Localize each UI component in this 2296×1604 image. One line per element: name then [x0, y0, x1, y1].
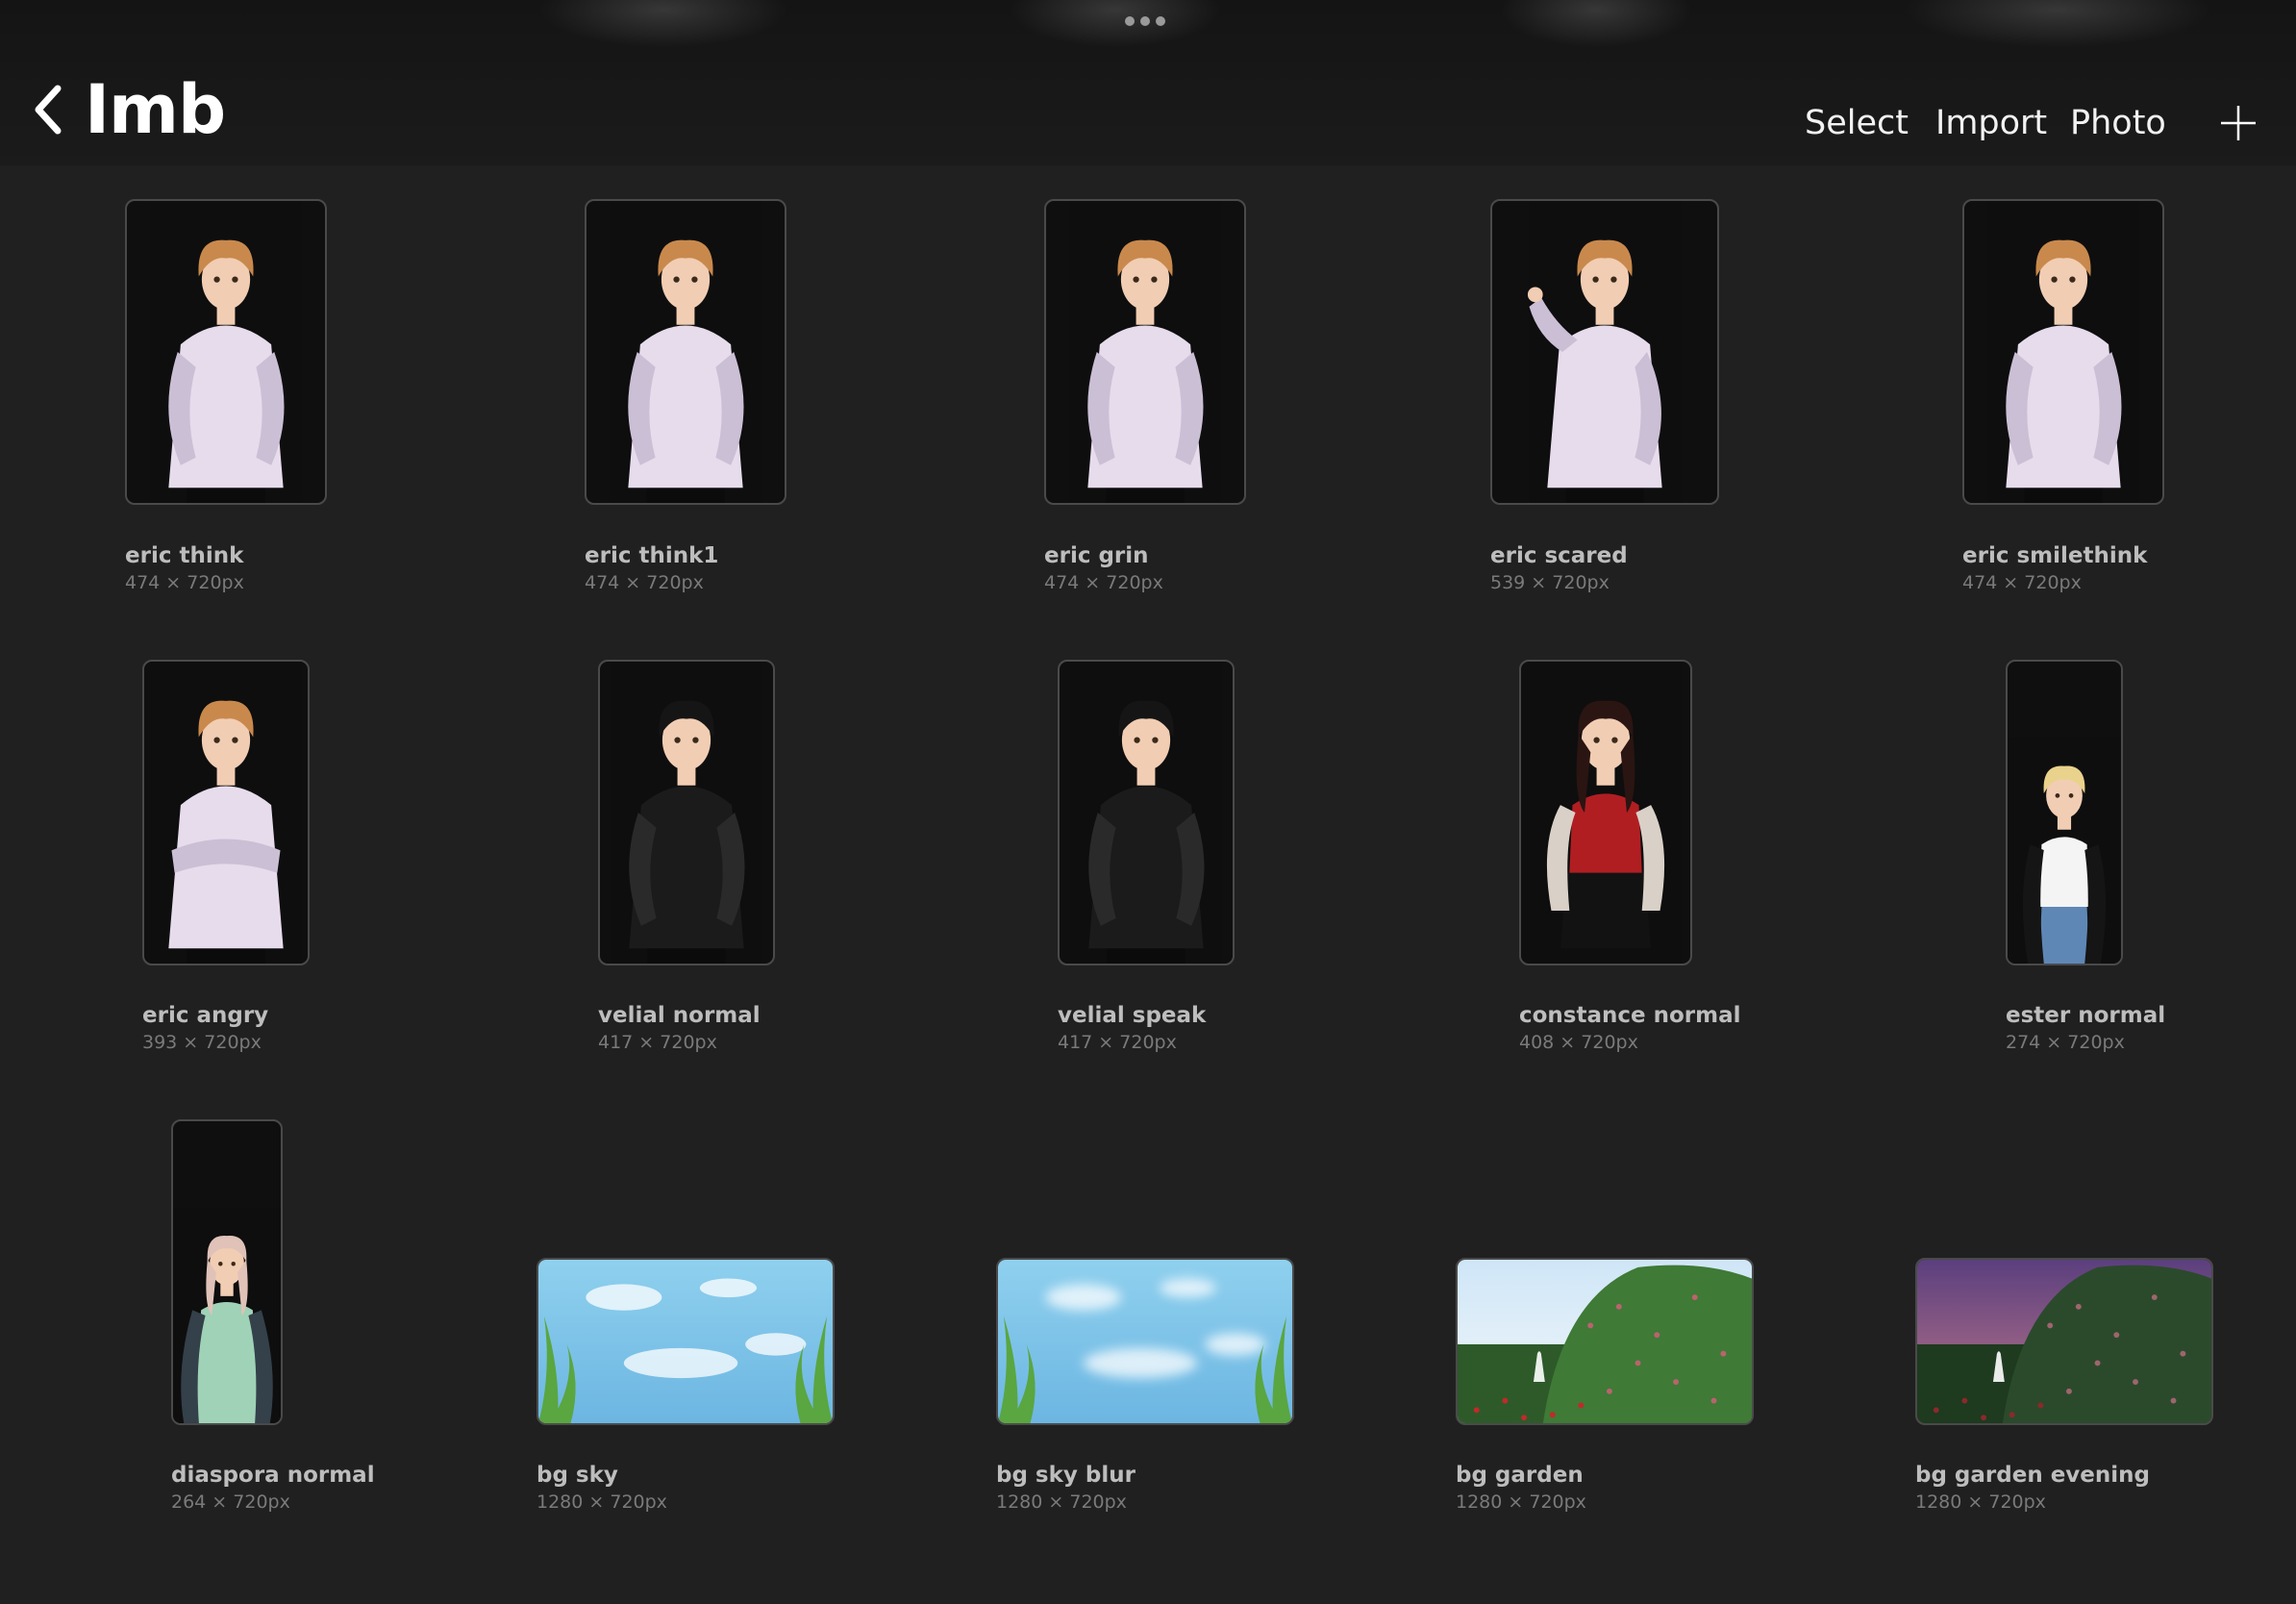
image-thumbnail[interactable]: [598, 660, 775, 965]
image-thumbnail[interactable]: [2006, 660, 2123, 965]
image-name: eric think: [125, 543, 244, 568]
import-button[interactable]: Import: [1935, 99, 2047, 147]
image-dimensions: 1280 × 720px: [996, 1491, 1127, 1513]
image-dimensions: 393 × 720px: [142, 1032, 262, 1053]
page-title: Imb: [85, 70, 226, 149]
top-bar: Imb Select Import Photo: [0, 0, 2296, 165]
photo-button[interactable]: Photo: [2070, 99, 2166, 147]
blur-glow: [538, 0, 788, 48]
image-thumbnail[interactable]: [1044, 199, 1246, 505]
image-thumbnail[interactable]: [171, 1119, 283, 1425]
image-thumbnail[interactable]: [125, 199, 327, 505]
blur-glow: [1010, 0, 1221, 48]
image-name: eric think1: [585, 543, 719, 568]
image-dimensions: 1280 × 720px: [537, 1491, 667, 1513]
image-name: ester normal: [2006, 1003, 2166, 1028]
image-dimensions: 1280 × 720px: [1915, 1491, 2046, 1513]
blur-glow: [1904, 0, 2211, 48]
image-name: bg garden: [1456, 1463, 1584, 1488]
image-name: eric smilethink: [1962, 543, 2148, 568]
image-thumbnail[interactable]: [1915, 1258, 2213, 1425]
image-name: eric scared: [1490, 543, 1628, 568]
image-thumbnail[interactable]: [585, 199, 786, 505]
image-dimensions: 1280 × 720px: [1456, 1491, 1586, 1513]
image-thumbnail[interactable]: [996, 1258, 1294, 1425]
image-thumbnail[interactable]: [1058, 660, 1235, 965]
image-name: bg garden evening: [1915, 1463, 2150, 1488]
image-name: eric angry: [142, 1003, 269, 1028]
image-dimensions: 408 × 720px: [1519, 1032, 1638, 1053]
back-chevron-icon[interactable]: [29, 81, 71, 138]
image-name: bg sky blur: [996, 1463, 1136, 1488]
multitask-dots-icon[interactable]: [1125, 16, 1165, 30]
image-thumbnail[interactable]: [1519, 660, 1692, 965]
image-dimensions: 539 × 720px: [1490, 572, 1610, 593]
image-name: diaspora normal: [171, 1463, 375, 1488]
select-button[interactable]: Select: [1805, 99, 1909, 147]
image-thumbnail[interactable]: [537, 1258, 835, 1425]
image-dimensions: 274 × 720px: [2006, 1032, 2125, 1053]
image-dimensions: 417 × 720px: [598, 1032, 717, 1053]
image-thumbnail[interactable]: [1456, 1258, 1754, 1425]
image-thumbnail[interactable]: [142, 660, 310, 965]
blur-glow: [1500, 0, 1692, 48]
image-name: bg sky: [537, 1463, 618, 1488]
image-dimensions: 474 × 720px: [125, 572, 244, 593]
image-dimensions: 474 × 720px: [585, 572, 704, 593]
image-name: velial normal: [598, 1003, 761, 1028]
image-name: velial speak: [1058, 1003, 1207, 1028]
image-dimensions: 474 × 720px: [1044, 572, 1163, 593]
add-plus-icon[interactable]: [2217, 102, 2259, 144]
image-name: eric grin: [1044, 543, 1149, 568]
image-dimensions: 417 × 720px: [1058, 1032, 1177, 1053]
image-thumbnail[interactable]: [1962, 199, 2164, 505]
image-name: constance normal: [1519, 1003, 1741, 1028]
image-dimensions: 474 × 720px: [1962, 572, 2082, 593]
image-dimensions: 264 × 720px: [171, 1491, 290, 1513]
image-thumbnail[interactable]: [1490, 199, 1719, 505]
